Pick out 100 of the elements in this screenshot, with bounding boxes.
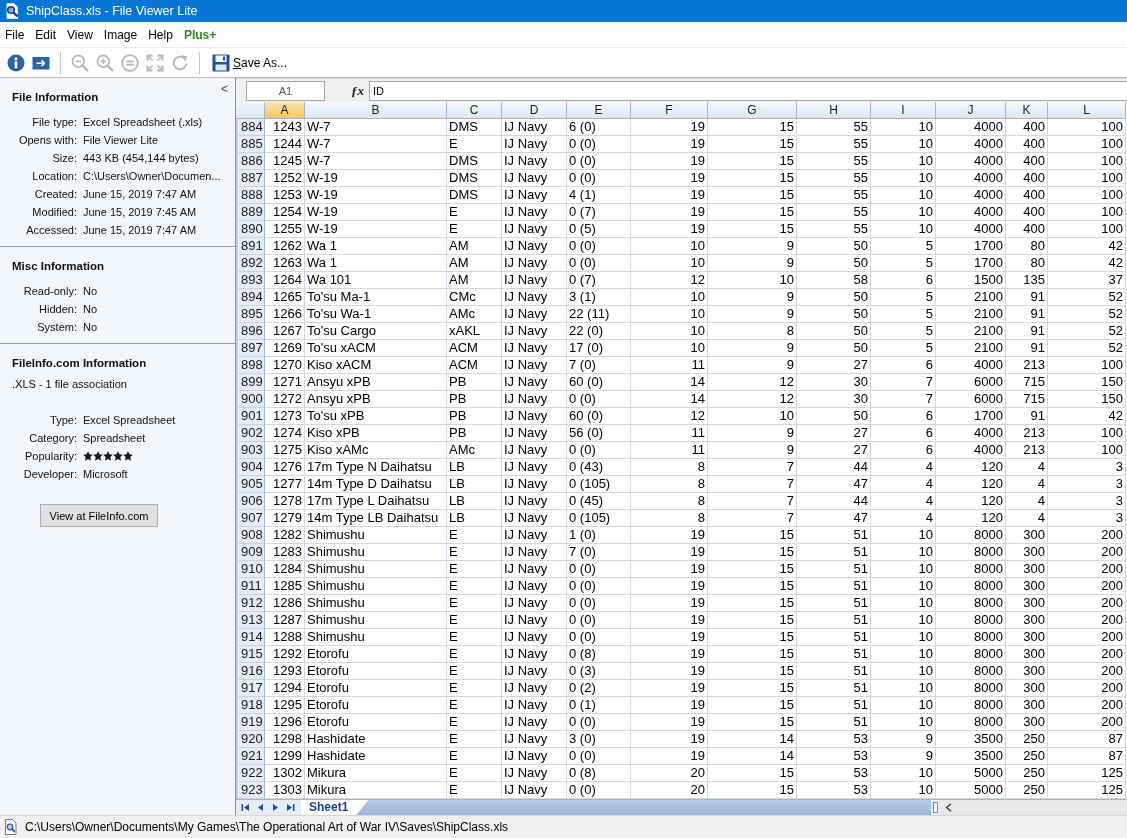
table-cell: 91 bbox=[1006, 289, 1048, 306]
row-header[interactable]: 915 bbox=[236, 646, 265, 663]
menu-item[interactable]: View bbox=[62, 25, 99, 44]
menu-item[interactable]: Edit bbox=[30, 25, 63, 44]
row-header[interactable]: 908 bbox=[236, 527, 265, 544]
table-cell: 1266 bbox=[265, 306, 305, 323]
row-header[interactable]: 897 bbox=[236, 340, 265, 357]
menu-item[interactable]: Image bbox=[98, 25, 144, 44]
row-header[interactable]: 902 bbox=[236, 425, 265, 442]
table-cell: 3500 bbox=[936, 748, 1006, 765]
sheet-tab[interactable]: Sheet1 bbox=[301, 800, 369, 815]
table-cell: 6 bbox=[871, 272, 936, 289]
row-header[interactable]: 884 bbox=[236, 119, 265, 136]
save-as-button[interactable]: Save As... bbox=[210, 51, 290, 74]
column-header[interactable]: G bbox=[708, 102, 797, 119]
column-header[interactable]: H bbox=[797, 102, 871, 119]
row-header[interactable]: 923 bbox=[236, 782, 265, 799]
row-header[interactable]: 886 bbox=[236, 153, 265, 170]
table-cell: IJ Navy bbox=[502, 153, 567, 170]
row-header[interactable]: 889 bbox=[236, 204, 265, 221]
table-cell: 55 bbox=[797, 153, 871, 170]
row-header[interactable]: 896 bbox=[236, 323, 265, 340]
collapse-button[interactable]: < bbox=[219, 82, 230, 96]
table-cell: 8 bbox=[631, 459, 708, 476]
row-header[interactable]: 911 bbox=[236, 578, 265, 595]
row-header[interactable]: 912 bbox=[236, 595, 265, 612]
column-header[interactable]: B bbox=[305, 102, 447, 119]
name-box[interactable]: A1 bbox=[246, 80, 325, 101]
row-header[interactable]: 919 bbox=[236, 714, 265, 731]
column-header[interactable]: I bbox=[871, 102, 936, 119]
row-header[interactable]: 909 bbox=[236, 544, 265, 561]
row-header[interactable]: 905 bbox=[236, 476, 265, 493]
table-cell: 7 bbox=[708, 493, 797, 510]
menu-item[interactable]: Help bbox=[143, 25, 179, 44]
row-header[interactable]: 887 bbox=[236, 170, 265, 187]
row-header[interactable]: 898 bbox=[236, 357, 265, 374]
table-cell: 19 bbox=[631, 561, 708, 578]
table-cell: 44 bbox=[797, 493, 871, 510]
table-cell: 100 bbox=[1048, 136, 1126, 153]
row-header[interactable]: 916 bbox=[236, 663, 265, 680]
row-header[interactable]: 899 bbox=[236, 374, 265, 391]
last-sheet-icon[interactable] bbox=[286, 803, 295, 812]
row-header[interactable]: 907 bbox=[236, 510, 265, 527]
row-header[interactable]: 888 bbox=[236, 187, 265, 204]
column-header[interactable]: A bbox=[265, 102, 305, 119]
row-header[interactable]: 895 bbox=[236, 306, 265, 323]
splitter-handle[interactable] bbox=[933, 802, 938, 813]
menu-item[interactable]: Plus+ bbox=[178, 25, 223, 44]
table-cell: 1282 bbox=[265, 527, 305, 544]
column-header[interactable]: K bbox=[1006, 102, 1048, 119]
row-header[interactable]: 910 bbox=[236, 561, 265, 578]
row-header[interactable]: 894 bbox=[236, 289, 265, 306]
table-cell: IJ Navy bbox=[502, 646, 567, 663]
row-header[interactable]: 900 bbox=[236, 391, 265, 408]
field-label: Read-only: bbox=[23, 285, 77, 297]
column-header[interactable]: D bbox=[502, 102, 567, 119]
table-cell: 1264 bbox=[265, 272, 305, 289]
row-header[interactable]: 904 bbox=[236, 459, 265, 476]
row-header[interactable]: 901 bbox=[236, 408, 265, 425]
next-sheet-icon[interactable] bbox=[271, 803, 280, 812]
table-cell: 37 bbox=[1048, 272, 1126, 289]
table-cell: 19 bbox=[631, 204, 708, 221]
table-cell: 60 (0) bbox=[567, 408, 631, 425]
column-header[interactable]: J bbox=[936, 102, 1006, 119]
table-cell: 120 bbox=[936, 510, 1006, 527]
table-cell: IJ Navy bbox=[502, 170, 567, 187]
row-header[interactable]: 914 bbox=[236, 629, 265, 646]
row-header[interactable]: 918 bbox=[236, 697, 265, 714]
row-header[interactable]: 903 bbox=[236, 442, 265, 459]
row-header[interactable]: 885 bbox=[236, 136, 265, 153]
table-cell: IJ Navy bbox=[502, 391, 567, 408]
row-header[interactable]: 913 bbox=[236, 612, 265, 629]
table-cell: 400 bbox=[1006, 221, 1048, 238]
row-header[interactable]: 891 bbox=[236, 238, 265, 255]
row-header[interactable]: 920 bbox=[236, 731, 265, 748]
table-cell: 7 (0) bbox=[567, 544, 631, 561]
column-header[interactable]: F bbox=[631, 102, 708, 119]
table-cell: 15 bbox=[708, 578, 797, 595]
column-header[interactable]: E bbox=[567, 102, 631, 119]
row-header[interactable]: 893 bbox=[236, 272, 265, 289]
table-cell: 11 bbox=[631, 357, 708, 374]
table-cell: 1267 bbox=[265, 323, 305, 340]
scroll-left-icon[interactable] bbox=[945, 803, 952, 812]
column-header[interactable]: C bbox=[447, 102, 502, 119]
row-header[interactable]: 917 bbox=[236, 680, 265, 697]
column-header[interactable]: L bbox=[1048, 102, 1126, 119]
header-corner[interactable] bbox=[236, 102, 265, 119]
menu-item[interactable]: File bbox=[0, 25, 31, 44]
row-header[interactable]: 922 bbox=[236, 765, 265, 782]
table-cell: E bbox=[447, 544, 502, 561]
row-header[interactable]: 890 bbox=[236, 221, 265, 238]
first-sheet-icon[interactable] bbox=[241, 803, 250, 812]
formula-field[interactable]: ID bbox=[369, 80, 1127, 101]
row-header[interactable]: 906 bbox=[236, 493, 265, 510]
info-icon[interactable] bbox=[7, 53, 25, 72]
view-website-button[interactable]: View at FileInfo.com bbox=[40, 504, 158, 527]
horizontal-scrollbar[interactable] bbox=[940, 800, 1127, 815]
row-header[interactable]: 921 bbox=[236, 748, 265, 765]
row-header[interactable]: 892 bbox=[236, 255, 265, 272]
previous-sheet-icon[interactable] bbox=[256, 803, 265, 812]
